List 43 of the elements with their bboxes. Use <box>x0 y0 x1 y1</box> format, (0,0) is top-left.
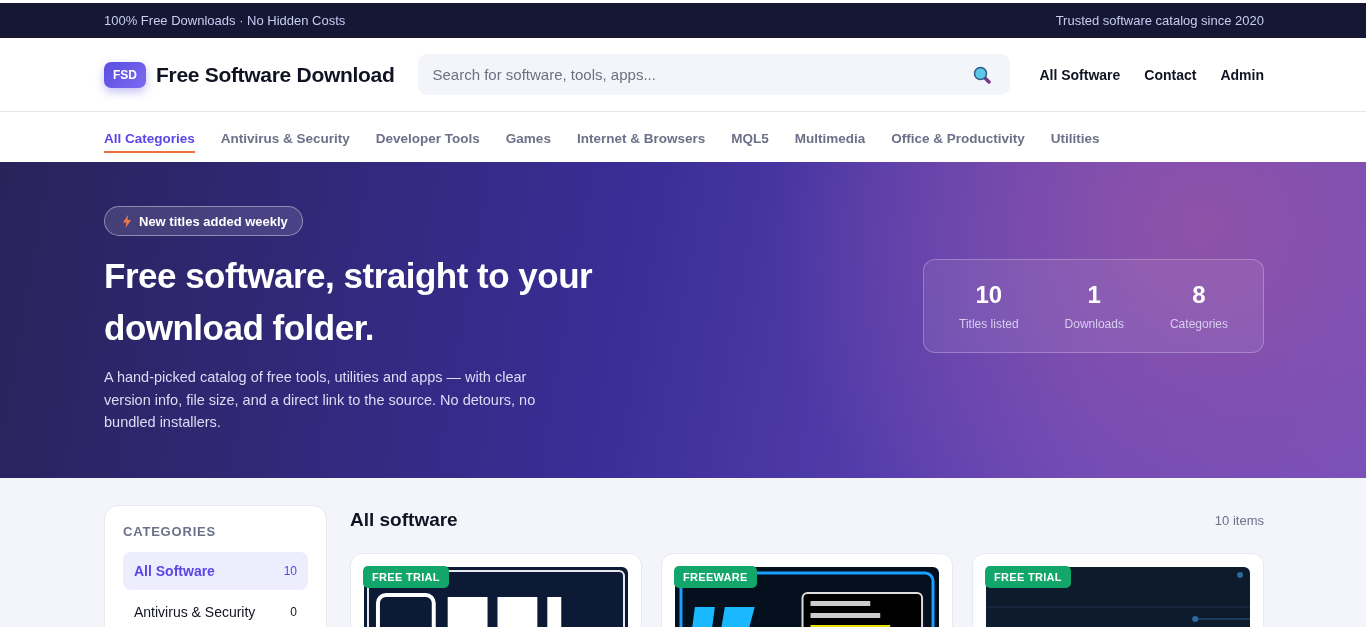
logo-badge[interactable]: FSD <box>104 61 146 88</box>
category-tab[interactable]: Internet & Browsers <box>576 125 706 153</box>
category-tab[interactable]: Utilities <box>1050 125 1100 153</box>
category-count: 10 <box>283 564 297 578</box>
site-title[interactable]: Free Software Download <box>156 62 395 87</box>
sidebar-item[interactable]: All Software 10 <box>123 552 308 590</box>
category-tab[interactable]: Office & Productivity <box>891 125 1025 153</box>
badge-text: New titles added weekly <box>139 213 288 229</box>
hero-description: A hand-picked catalog of free tools, utilities and apps — with clear version info, file size, and a direct link to the source. No detours, no bundled installers. <box>104 368 537 433</box>
item-count: 10 items <box>1214 512 1264 528</box>
category-tab[interactable]: Developer Tools <box>375 125 480 153</box>
nav-link[interactable]: Admin <box>1220 66 1264 83</box>
license-tag: FREE TRIAL <box>363 566 449 588</box>
nav-link[interactable]: Contact <box>1144 66 1197 83</box>
stat-value: 8 <box>1192 281 1206 309</box>
stat-value: 10 <box>975 281 1003 309</box>
software-card[interactable]: FREE TRIAL <box>972 553 1264 627</box>
category-label: All Software <box>134 563 215 579</box>
category-tab[interactable]: Games <box>505 125 551 153</box>
search-icon[interactable] <box>973 66 992 84</box>
category-tab[interactable]: Antivirus & Security <box>220 125 350 153</box>
search-field[interactable]: Search for software, tools, apps... <box>418 54 1011 95</box>
nav-link[interactable]: All Software <box>1039 66 1121 83</box>
category-tab[interactable]: Multimedia <box>794 125 866 153</box>
section-title: All software <box>350 509 458 531</box>
stat-label: Titles listed <box>959 317 1019 331</box>
stat-label: Downloads <box>1064 317 1124 331</box>
category-label: Antivirus & Security <box>134 604 256 620</box>
category-tab[interactable]: MQL5 <box>731 125 769 153</box>
sidebar-item[interactable]: Antivirus & Security 0 <box>123 593 308 627</box>
software-card[interactable]: FREEWARE <box>661 553 953 627</box>
sidebar-heading: CATEGORIES <box>123 524 217 539</box>
hero-title: Free software, straight to your download folder. <box>104 255 594 350</box>
tagline-text: Trusted software catalog since 2020 <box>1055 13 1264 28</box>
stat-label: Categories <box>1169 317 1228 331</box>
category-count: 0 <box>290 605 297 619</box>
stat-value: 1 <box>1087 281 1101 309</box>
software-card[interactable]: FREE TRIAL <box>350 553 642 627</box>
category-tab[interactable]: All Categories <box>104 125 195 153</box>
promo-text: 100% Free Downloads · No Hidden Costs <box>104 13 346 28</box>
lightning-icon <box>123 214 131 228</box>
license-tag: FREE TRIAL <box>985 566 1071 588</box>
license-tag: FREEWARE <box>674 566 757 588</box>
